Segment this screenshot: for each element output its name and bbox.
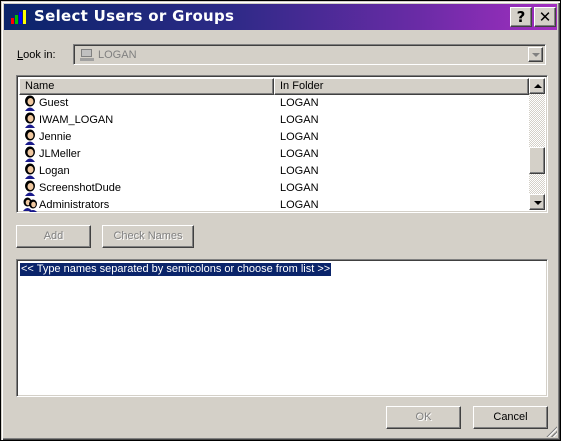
list-rows: Guest LOGAN IWAM_LOGAN LOGAN Jennie LOGA… <box>19 95 529 212</box>
user-icon <box>25 163 35 179</box>
arrow-up-icon <box>534 84 542 88</box>
help-button[interactable]: ? <box>510 7 532 27</box>
user-name: IWAM_LOGAN <box>39 114 114 126</box>
look-in-label-rest: ook in: <box>23 49 56 61</box>
app-icon <box>11 10 26 24</box>
list-item[interactable]: JLMeller LOGAN <box>19 146 529 163</box>
select-users-dialog: Select Users or Groups ? ✕ Look in: LOGA… <box>0 0 561 441</box>
user-icon <box>25 112 35 128</box>
add-button-label: Add <box>43 230 64 242</box>
list-item[interactable]: ScreenshotDude LOGAN <box>19 180 529 197</box>
user-icon <box>25 180 35 196</box>
list-item[interactable]: Administrators LOGAN <box>19 197 529 212</box>
close-button[interactable]: ✕ <box>534 7 556 27</box>
look-in-value: LOGAN <box>98 49 137 61</box>
user-icon <box>25 95 35 111</box>
add-button[interactable]: Add <box>16 225 91 248</box>
window-title: Select Users or Groups <box>34 7 235 25</box>
check-names-button[interactable]: Check Names <box>102 225 194 248</box>
scroll-thumb[interactable] <box>529 147 545 174</box>
user-name: Guest <box>39 97 69 109</box>
ok-button[interactable]: OK <box>386 406 461 429</box>
user-folder: LOGAN <box>280 97 319 109</box>
resize-grip[interactable] <box>545 425 557 437</box>
chevron-down-icon <box>532 53 540 57</box>
list-scrollbar[interactable] <box>529 78 545 210</box>
title-bar[interactable]: Select Users or Groups ? ✕ <box>4 4 557 30</box>
user-folder: LOGAN <box>280 114 319 126</box>
list-header: Name In Folder <box>19 78 529 95</box>
look-in-label: Look in: <box>17 49 56 61</box>
users-list[interactable]: Name In Folder Guest LOGAN IWAM_LOGAN LO… <box>16 75 548 213</box>
list-item[interactable]: Logan LOGAN <box>19 163 529 180</box>
list-item[interactable]: IWAM_LOGAN LOGAN <box>19 112 529 129</box>
column-header-name[interactable]: Name <box>19 78 274 95</box>
cancel-button[interactable]: Cancel <box>473 406 548 429</box>
user-folder: LOGAN <box>280 199 319 211</box>
scroll-down-button[interactable] <box>529 194 545 210</box>
list-item[interactable]: Guest LOGAN <box>19 95 529 112</box>
list-item[interactable]: Jennie LOGAN <box>19 129 529 146</box>
user-name: Jennie <box>39 131 72 143</box>
user-folder: LOGAN <box>280 165 319 177</box>
column-header-in-folder[interactable]: In Folder <box>274 78 529 95</box>
user-icon <box>25 146 35 162</box>
user-name: JLMeller <box>39 148 81 160</box>
look-in-combo[interactable]: LOGAN <box>73 44 546 65</box>
computer-icon <box>80 49 94 61</box>
user-name: ScreenshotDude <box>39 182 121 194</box>
scroll-up-button[interactable] <box>529 78 545 94</box>
user-icon <box>25 129 35 145</box>
group-icon <box>23 197 38 212</box>
cancel-button-label: Cancel <box>493 411 528 423</box>
names-input-text: << Type names separated by semicolons or… <box>20 263 332 276</box>
user-folder: LOGAN <box>280 131 319 143</box>
user-folder: LOGAN <box>280 148 319 160</box>
names-input[interactable]: << Type names separated by semicolons or… <box>16 259 548 397</box>
user-name: Logan <box>39 165 70 177</box>
user-folder: LOGAN <box>280 182 319 194</box>
combo-dropdown-button[interactable] <box>528 47 543 62</box>
ok-button-label: OK <box>415 411 432 423</box>
user-name: Administrators <box>39 199 110 211</box>
arrow-down-icon <box>534 201 542 205</box>
check-names-button-label: Check Names <box>113 230 183 242</box>
